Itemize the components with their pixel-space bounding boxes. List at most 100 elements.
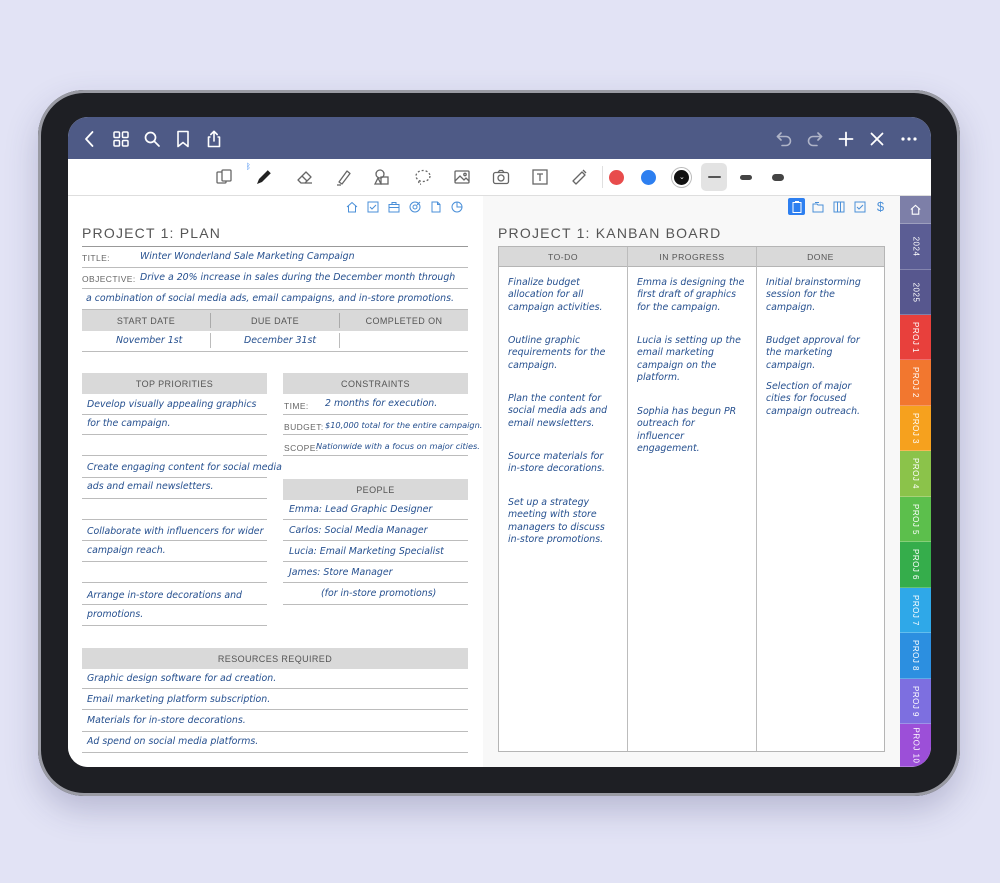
text-tool-icon[interactable]	[528, 165, 552, 189]
title-value[interactable]: Winter Wonderland Sale Marketing Campaig…	[140, 251, 355, 262]
priority-3-line-2[interactable]: campaign reach.	[87, 545, 166, 556]
kanban-icon[interactable]	[830, 198, 847, 215]
resource-2[interactable]: Email marketing platform subscription.	[87, 694, 270, 705]
priority-4-line-1[interactable]: Arrange in-store decorations and	[87, 590, 242, 601]
todo-card-1[interactable]: Finalize budget allocation for all campa…	[508, 277, 620, 314]
start-date-value[interactable]: November 1st	[116, 335, 182, 346]
time-value[interactable]: 2 months for execution.	[325, 398, 437, 409]
bookmark-icon[interactable]	[172, 128, 194, 150]
undo-icon[interactable]	[773, 128, 795, 150]
kanban-board: TO-DO IN PROGRESS DONE Finalize budget a…	[498, 246, 885, 752]
pen-tool-icon[interactable]	[252, 165, 276, 189]
tab-home[interactable]	[900, 196, 931, 224]
stroke-medium-button[interactable]	[733, 163, 759, 191]
tab-proj-2[interactable]: PROJ 2	[900, 360, 931, 406]
resource-1[interactable]: Graphic design software for ad creation.	[87, 673, 276, 684]
tab-2025[interactable]: 2025	[900, 270, 931, 315]
kanban-header: TO-DO IN PROGRESS DONE	[499, 247, 884, 267]
in-progress-card-2[interactable]: Lucia is setting up the email marketing …	[637, 335, 741, 384]
row-rule	[82, 267, 468, 268]
tab-proj-1[interactable]: PROJ 1	[900, 315, 931, 360]
tab-proj-6[interactable]: PROJ 6	[900, 542, 931, 588]
laser-pointer-icon[interactable]	[567, 165, 591, 189]
stroke-thin-button[interactable]	[701, 163, 727, 191]
stroke-thick-button[interactable]	[765, 163, 791, 191]
resource-3[interactable]: Materials for in-store decorations.	[87, 715, 246, 726]
person-2[interactable]: Carlos: Social Media Manager	[289, 525, 428, 536]
document-icon[interactable]	[427, 198, 444, 215]
priority-2-line-1[interactable]: Create engaging content for social media	[87, 462, 282, 473]
priorities-header: TOP PRIORITIES	[82, 373, 267, 394]
priority-1-line-1[interactable]: Develop visually appealing graphics	[87, 399, 256, 410]
column-divider	[627, 247, 628, 751]
drawing-toolbar: ᛒ ⌄	[68, 159, 931, 196]
row-rule	[82, 540, 267, 541]
toolbar-divider	[602, 166, 603, 188]
todo-card-3[interactable]: Plan the content for social media ads an…	[508, 393, 612, 430]
lasso-icon[interactable]	[411, 165, 435, 189]
person-4[interactable]: James: Store Manager	[289, 567, 393, 578]
tab-proj-7[interactable]: PROJ 7	[900, 588, 931, 633]
close-icon[interactable]	[866, 128, 888, 150]
person-3[interactable]: Lucia: Email Marketing Specialist	[289, 546, 444, 557]
objective-line-1[interactable]: Drive a 20% increase in sales during the…	[140, 272, 455, 283]
todo-card-2[interactable]: Outline graphic requirements for the cam…	[508, 335, 612, 372]
target-icon[interactable]	[406, 198, 423, 215]
redo-icon[interactable]	[804, 128, 826, 150]
home-icon[interactable]	[343, 198, 360, 215]
resource-4[interactable]: Ad spend on social media platforms.	[87, 736, 258, 747]
page-layout-icon[interactable]	[212, 165, 236, 189]
folders-icon[interactable]	[809, 198, 826, 215]
more-icon[interactable]	[898, 128, 920, 150]
budget-value[interactable]: $10,000 total for the entire campaign.	[325, 420, 482, 430]
done-card-2[interactable]: Budget approval for the marketing campai…	[766, 335, 878, 372]
priority-3-line-1[interactable]: Collaborate with influencers for wider	[87, 526, 263, 537]
row-rule	[82, 288, 468, 289]
camera-icon[interactable]	[489, 165, 513, 189]
budget-dollar-icon[interactable]: $	[872, 198, 889, 215]
in-progress-card-1[interactable]: Emma is designing the first draft of gra…	[637, 277, 751, 314]
eraser-icon[interactable]	[293, 165, 317, 189]
tab-proj-3[interactable]: PROJ 3	[900, 406, 931, 451]
todo-card-4[interactable]: Source materials for in-store decoration…	[508, 451, 618, 476]
priority-4-line-2[interactable]: promotions.	[87, 609, 143, 620]
scope-value[interactable]: Nationwide with a focus on major cities.	[316, 441, 480, 451]
objective-label: OBJECTIVE:	[82, 274, 136, 284]
tab-proj-4[interactable]: PROJ 4	[900, 451, 931, 497]
tab-proj-5[interactable]: PROJ 5	[900, 497, 931, 542]
clipboard-icon[interactable]	[788, 198, 805, 215]
row-rule	[82, 351, 468, 352]
person-1[interactable]: Emma: Lead Graphic Designer	[289, 504, 432, 515]
back-icon[interactable]	[79, 128, 101, 150]
checklist-icon[interactable]	[364, 198, 381, 215]
grid-icon[interactable]	[110, 128, 132, 150]
search-icon[interactable]	[141, 128, 163, 150]
row-rule	[283, 540, 468, 541]
highlighter-icon[interactable]	[332, 165, 356, 189]
color-swatch-blue[interactable]	[641, 170, 656, 185]
pie-chart-icon[interactable]	[448, 198, 465, 215]
in-progress-card-3[interactable]: Sophia has begun PR outreach for influen…	[637, 406, 743, 455]
objective-line-2[interactable]: a combination of social media ads, email…	[86, 293, 454, 304]
title-underline	[82, 246, 468, 247]
done-card-1[interactable]: Initial brainstorming session for the ca…	[766, 277, 870, 314]
row-rule	[82, 561, 267, 562]
todo-card-5[interactable]: Set up a strategy meeting with store man…	[508, 497, 616, 546]
task-check-icon[interactable]	[851, 198, 868, 215]
priority-1-line-2[interactable]: for the campaign.	[87, 418, 170, 429]
tab-proj-10[interactable]: PROJ 10	[900, 724, 931, 767]
share-icon[interactable]	[203, 128, 225, 150]
shapes-icon[interactable]	[370, 165, 394, 189]
briefcase-icon[interactable]	[385, 198, 402, 215]
priority-2-line-2[interactable]: ads and email newsletters.	[87, 481, 214, 492]
done-card-3[interactable]: Selection of major cities for focused ca…	[766, 381, 878, 418]
tab-proj-9[interactable]: PROJ 9	[900, 679, 931, 724]
add-icon[interactable]	[835, 128, 857, 150]
person-4-note[interactable]: (for in-store promotions)	[321, 588, 436, 599]
due-date-value[interactable]: December 31st	[244, 335, 316, 346]
color-swatch-red[interactable]	[609, 170, 624, 185]
kanban-page: $ PROJECT 1: KANBAN BOARD TO-DO IN PROGR…	[483, 196, 900, 767]
image-icon[interactable]	[450, 165, 474, 189]
tab-proj-8[interactable]: PROJ 8	[900, 633, 931, 679]
tab-2024[interactable]: 2024	[900, 224, 931, 270]
